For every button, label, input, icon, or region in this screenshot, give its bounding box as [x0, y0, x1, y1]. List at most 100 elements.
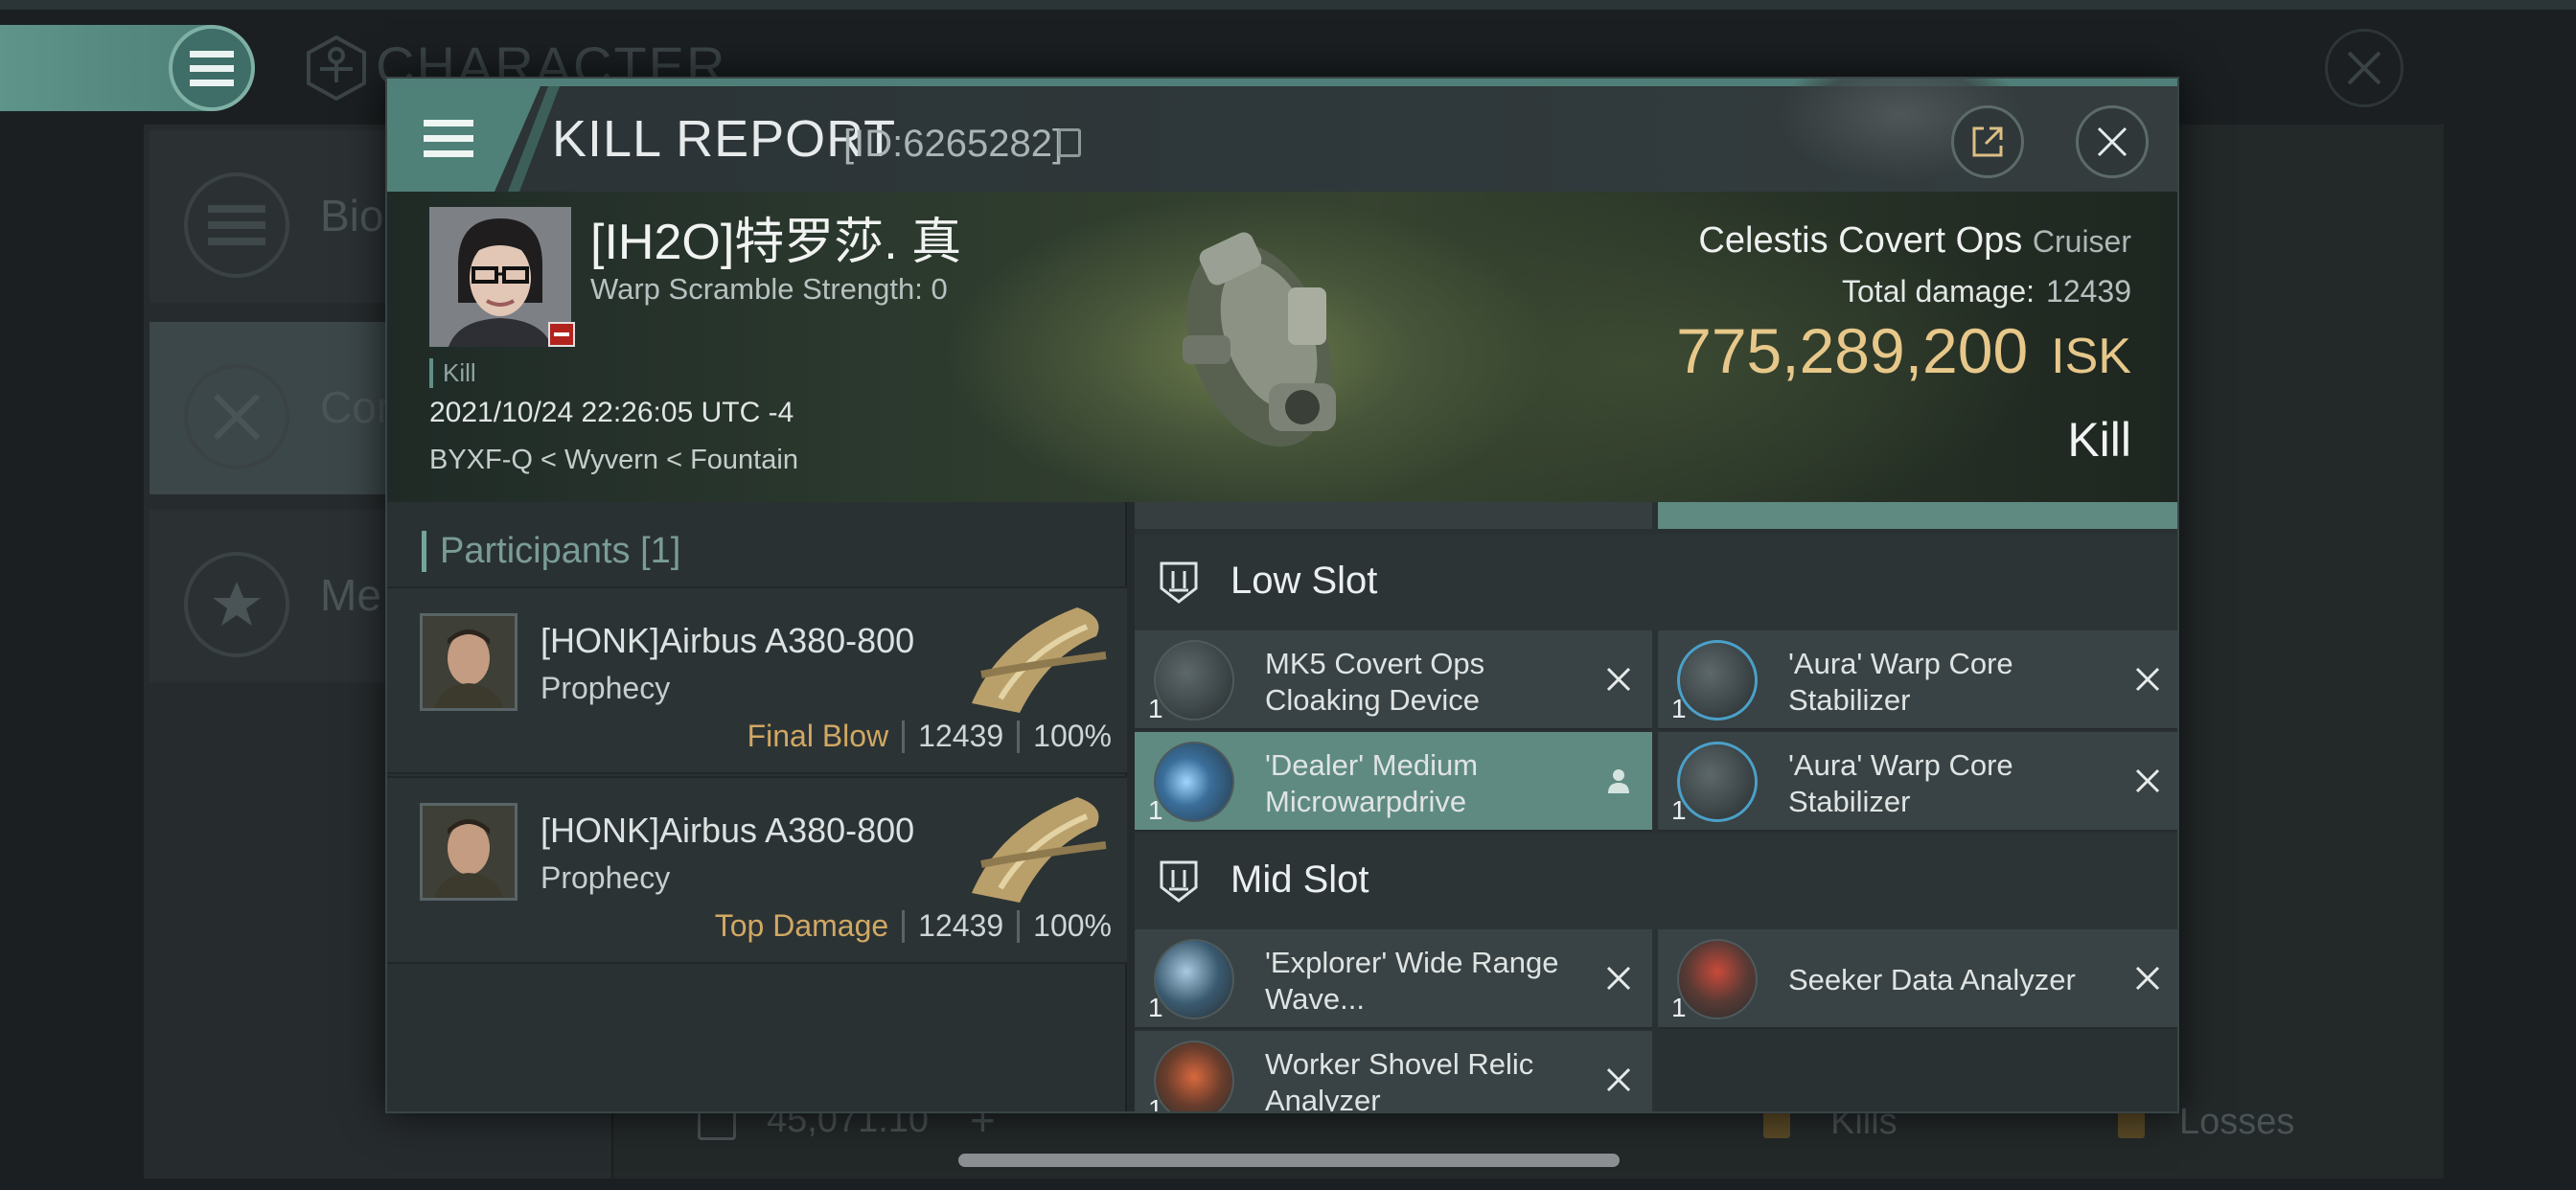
bg-losses-label: Losses	[2179, 1102, 2295, 1142]
divider	[902, 720, 906, 753]
module-item[interactable]: 1 'Dealer' Medium Microwarpdrive	[1135, 732, 1652, 832]
modal-header: KILL REPORT [ID:6265282]	[387, 79, 2177, 192]
fittings-panel[interactable]: Low Slot 1 MK5 Covert Ops Cloaking Devic…	[1135, 502, 2177, 1113]
module-qty: 1	[1148, 694, 1163, 723]
participants-panel: Participants [1] [HONK]Airbus A380-800 P…	[387, 502, 1127, 1111]
external-link-icon	[1972, 126, 2003, 157]
kill-report-modal: KILL REPORT [ID:6265282] [IH2O]特罗莎. 真 Wa…	[385, 77, 2179, 1113]
destroyed-x-icon	[2135, 667, 2160, 692]
divider	[902, 909, 906, 943]
warp-core-stabilizer-icon	[1677, 742, 1758, 822]
main-menu-button[interactable]	[169, 25, 255, 111]
participant-damage: 12439	[918, 719, 1004, 753]
module-qty: 1	[1671, 993, 1687, 1022]
ship-class: Cruiser	[2032, 224, 2131, 259]
destroyed-x-icon	[2135, 966, 2160, 991]
home-indicator[interactable]	[958, 1154, 1620, 1167]
kill-location[interactable]: BYXF-Q < Wyvern < Fountain	[429, 445, 798, 476]
kill-id: [ID:6265282]	[843, 123, 1064, 165]
star-badge-icon	[184, 552, 289, 657]
participants-count: [1]	[640, 531, 681, 571]
participants-label: Participants	[440, 531, 631, 571]
share-button[interactable]	[1951, 105, 2024, 178]
low-slot-label: Low Slot	[1230, 560, 1378, 602]
participant-name: [HONK]Airbus A380-800	[540, 811, 915, 850]
scanner-probe-icon	[1154, 939, 1234, 1019]
module-item[interactable]: 1 Worker Shovel Relic Analyzer	[1135, 1031, 1652, 1113]
victim-name[interactable]: [IH2O]特罗莎. 真	[590, 201, 961, 273]
isk-value: 775,289,200	[1676, 315, 2029, 386]
mid-slot-header: Mid Slot	[1135, 834, 2177, 929]
participant-tag: Final Blow	[747, 719, 889, 753]
module-item[interactable]: 1 'Aura' Warp Core Stabilizer	[1658, 630, 2177, 730]
participant-damage: 12439	[918, 908, 1004, 943]
hamburger-icon	[190, 51, 234, 86]
module-name: MK5 Covert Ops Cloaking Device	[1265, 647, 1485, 717]
close-button[interactable]	[2076, 105, 2149, 178]
module-name: Worker Shovel Relic Analyzer	[1265, 1047, 1534, 1113]
destroyed-x-icon	[1606, 1067, 1631, 1092]
participant-percent: 100%	[1033, 719, 1112, 753]
scrolled-high-slot-row	[1135, 502, 2177, 531]
bg-close-button[interactable]	[2325, 29, 2404, 107]
total-damage-line: Total damage: 12439	[1842, 274, 2131, 309]
participant-avatar[interactable]	[420, 803, 518, 901]
isk-value-line: 775,289,200 ISK	[1676, 314, 2131, 387]
module-item[interactable]: 1 'Explorer' Wide Range Wave...	[1135, 929, 1652, 1029]
relic-analyzer-icon	[1154, 1041, 1234, 1111]
module-item[interactable]: 1 Seeker Data Analyzer	[1658, 929, 2177, 1029]
participant-ship-image	[972, 607, 1107, 713]
participant-row[interactable]: [HONK]Airbus A380-800 Prophecy Final Blo…	[387, 586, 1127, 774]
module-qty: 1	[1671, 795, 1687, 825]
victim-ship-image[interactable]	[1125, 201, 1393, 469]
participant-ship: Prophecy	[540, 671, 671, 705]
destroyed-x-icon	[2135, 768, 2160, 793]
destroyed-x-icon	[1606, 667, 1631, 692]
divider	[1017, 720, 1021, 753]
kill-tag: Kill	[429, 358, 476, 388]
destroyed-x-icon	[1606, 966, 1631, 991]
kill-type: Kill	[2067, 413, 2131, 467]
warp-core-stabilizer-icon	[1677, 640, 1758, 721]
ship-name-line[interactable]: Celestis Covert Ops Cruiser	[1698, 220, 2131, 262]
module-qty: 1	[1148, 795, 1163, 825]
participant-stats: Top Damage 12439 100%	[715, 908, 1112, 944]
participant-stats: Final Blow 12439 100%	[748, 719, 1112, 754]
sidebar-item-label: Me	[320, 570, 381, 620]
module-name: 'Aura' Warp Core Stabilizer	[1788, 748, 2013, 818]
total-damage-value: 12439	[2046, 274, 2131, 309]
module-item[interactable]: 1 MK5 Covert Ops Cloaking Device	[1135, 630, 1652, 730]
module-name: Seeker Data Analyzer	[1788, 963, 2076, 996]
module-name: 'Explorer' Wide Range Wave...	[1265, 946, 1559, 1016]
participant-name: [HONK]Airbus A380-800	[540, 621, 915, 660]
sidebar-item-label: Bio	[320, 191, 384, 240]
participant-row[interactable]: [HONK]Airbus A380-800 Prophecy Top Damag…	[387, 776, 1127, 964]
ship-banner: [IH2O]特罗莎. 真 Warp Scramble Strength: 0 K…	[387, 192, 2177, 502]
kill-datetime: 2021/10/24 22:26:05 UTC -4	[429, 397, 794, 428]
low-slot-icon	[1160, 561, 1198, 604]
ship-name: Celestis Covert Ops	[1698, 220, 2023, 261]
module-name: 'Aura' Warp Core Stabilizer	[1788, 647, 2013, 717]
close-icon	[2347, 51, 2381, 85]
hostile-status-badge	[548, 322, 575, 347]
module-qty: 1	[1148, 1094, 1163, 1113]
participant-avatar[interactable]	[420, 613, 518, 711]
divider	[1017, 909, 1021, 943]
warp-scramble-strength: Warp Scramble Strength: 0	[590, 272, 948, 306]
data-analyzer-icon	[1677, 939, 1758, 1019]
low-slot-header: Low Slot	[1135, 535, 2177, 630]
module-qty: 1	[1148, 993, 1163, 1022]
module-item[interactable]: 1 'Aura' Warp Core Stabilizer	[1658, 732, 2177, 832]
crossed-swords-icon	[184, 364, 289, 469]
copy-icon[interactable]	[1058, 128, 1081, 157]
close-icon	[2097, 126, 2128, 157]
participant-tag: Top Damage	[714, 908, 889, 943]
mid-slot-label: Mid Slot	[1230, 858, 1369, 901]
participant-ship: Prophecy	[540, 860, 671, 895]
top-status-line	[0, 0, 2576, 10]
module-name: 'Dealer' Medium Microwarpdrive	[1265, 748, 1479, 818]
isk-unit: ISK	[2051, 329, 2131, 384]
dropped-person-icon	[1608, 769, 1629, 793]
module-qty: 1	[1671, 694, 1687, 723]
character-icon	[307, 34, 366, 102]
